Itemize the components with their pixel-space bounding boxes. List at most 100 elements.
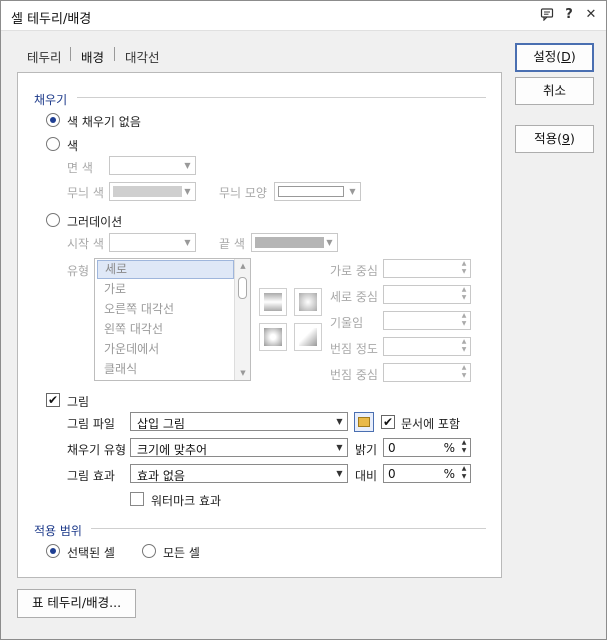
chevron-down-icon: ▼: [184, 238, 191, 247]
folder-icon: [358, 417, 370, 427]
all-cells-radio[interactable]: [142, 544, 156, 558]
blur-center-label: 번짐 중심: [330, 368, 378, 382]
list-scrollbar[interactable]: ▲ ▼: [234, 259, 250, 380]
gradient-preview-tile[interactable]: [259, 323, 287, 351]
pattern-shape-label: 무늬 모양: [219, 186, 267, 200]
face-color-label: 면 색: [67, 161, 93, 175]
brightness-spinner[interactable]: 0% ▲ ▼: [383, 438, 471, 457]
blur-label: 번짐 정도: [330, 342, 378, 356]
spin-arrows-icon[interactable]: ▲ ▼: [458, 312, 470, 329]
tab-border[interactable]: 테두리: [27, 47, 62, 66]
pattern-color-label: 무늬 색: [67, 186, 104, 200]
include-in-doc-checkbox[interactable]: ✔: [381, 415, 395, 429]
contrast-label: 대비: [355, 469, 378, 483]
pattern-shape-picker[interactable]: ▼: [274, 182, 361, 201]
all-cells-label: 모든 셀: [163, 546, 200, 560]
color-fill-radio[interactable]: [46, 137, 60, 151]
start-color-picker[interactable]: ▼: [109, 233, 196, 252]
h-center-spinner[interactable]: ▲ ▼: [383, 259, 471, 278]
chevron-down-icon: ▼: [349, 187, 356, 196]
face-color-picker[interactable]: ▼: [109, 156, 196, 175]
end-color-picker[interactable]: ▼: [251, 233, 338, 252]
spin-arrows-icon[interactable]: ▲ ▼: [458, 439, 470, 456]
fill-type-select[interactable]: 크기에 맞추어 ▼: [130, 438, 348, 457]
gradient-type-list[interactable]: 세로 가로 오른쪽 대각선 왼쪽 대각선 가운데에서 클래식 ▲ ▼: [94, 258, 251, 381]
selected-cells-label: 선택된 셀: [67, 546, 115, 560]
fill-type-value: 크기에 맞추어: [137, 443, 208, 457]
no-fill-radio[interactable]: [46, 113, 60, 127]
ok-button[interactable]: 설정(D): [515, 43, 594, 72]
chevron-down-icon: ▼: [184, 187, 191, 196]
start-color-label: 시작 색: [67, 237, 104, 251]
spin-arrows-icon[interactable]: ▲ ▼: [458, 286, 470, 303]
gradient-fill-label: 그러데이션: [67, 215, 123, 229]
contrast-spinner[interactable]: 0% ▲ ▼: [383, 464, 471, 483]
list-item[interactable]: 가운데에서: [97, 340, 233, 359]
list-item[interactable]: 왼쪽 대각선: [97, 320, 233, 339]
picture-effect-label: 그림 효과: [67, 469, 115, 483]
color-fill-label: 색: [67, 139, 79, 153]
gradient-fill-radio[interactable]: [46, 213, 60, 227]
gradient-preview-tile[interactable]: [294, 323, 322, 351]
cancel-button[interactable]: 취소: [515, 77, 594, 105]
picture-effect-value: 효과 없음: [137, 469, 185, 483]
brightness-label: 밝기: [355, 443, 378, 457]
list-item[interactable]: 클래식: [97, 360, 233, 379]
chevron-down-icon: ▼: [336, 417, 343, 426]
gradient-preview-tile[interactable]: [294, 288, 322, 316]
tab-diagonal[interactable]: 대각선: [125, 47, 160, 66]
blur-center-spinner[interactable]: ▲ ▼: [383, 363, 471, 382]
spin-arrows-icon[interactable]: ▲ ▼: [458, 338, 470, 355]
close-icon[interactable]: ✕: [583, 7, 599, 23]
tab-separator: [70, 47, 71, 61]
v-center-spinner[interactable]: ▲ ▼: [383, 285, 471, 304]
chevron-down-icon: ▼: [336, 469, 343, 478]
chevron-down-icon: ▼: [326, 238, 333, 247]
picture-file-label: 그림 파일: [67, 417, 115, 431]
gradient-preview-tile[interactable]: [259, 288, 287, 316]
pattern-color-picker[interactable]: ▼: [109, 182, 196, 201]
list-item[interactable]: 세로: [97, 260, 234, 279]
list-item[interactable]: 오른쪽 대각선: [97, 300, 233, 319]
scroll-up-icon[interactable]: ▲: [235, 259, 251, 273]
contrast-value: 0: [388, 467, 396, 481]
dialog-title: 셀 테두리/배경: [11, 12, 92, 27]
picture-file-select[interactable]: 삽입 그림 ▼: [130, 412, 348, 431]
title-bar: 셀 테두리/배경 ? ✕: [1, 1, 606, 31]
selected-cells-radio[interactable]: [46, 544, 60, 558]
fill-type-label: 채우기 유형: [67, 443, 127, 457]
color-swatch: [255, 237, 324, 248]
spin-arrows-icon[interactable]: ▲ ▼: [458, 260, 470, 277]
pattern-swatch: [278, 186, 344, 197]
picture-checkbox[interactable]: ✔: [46, 393, 60, 407]
open-image-button[interactable]: [354, 412, 374, 432]
scope-section-title: 적용 범위: [34, 524, 82, 538]
percent-unit: %: [443, 467, 455, 481]
watermark-checkbox[interactable]: [130, 492, 144, 506]
percent-unit: %: [443, 441, 455, 455]
scroll-thumb[interactable]: [238, 277, 247, 299]
scroll-down-icon[interactable]: ▼: [235, 366, 251, 380]
apply-button[interactable]: 적용(9): [515, 125, 594, 153]
blur-spinner[interactable]: ▲ ▼: [383, 337, 471, 356]
help-icon[interactable]: ?: [561, 7, 577, 23]
picture-effect-select[interactable]: 효과 없음 ▼: [130, 464, 348, 483]
spin-arrows-icon[interactable]: ▲ ▼: [458, 364, 470, 381]
section-divider: [77, 97, 486, 98]
cell-border-background-dialog: 셀 테두리/배경 ? ✕ 테두리 배경 대각선 설정(D) 취소 적용(9) 채…: [0, 0, 607, 640]
brightness-value: 0: [388, 441, 396, 455]
include-in-doc-label: 문서에 포함: [401, 417, 461, 431]
comment-icon[interactable]: [539, 7, 555, 23]
v-center-label: 세로 중심: [330, 290, 378, 304]
no-fill-label: 색 채우기 없음: [67, 115, 141, 129]
tab-background[interactable]: 배경: [81, 47, 104, 66]
section-divider: [91, 528, 486, 529]
fill-section-title: 채우기: [34, 93, 68, 107]
gradient-type-label: 유형: [67, 264, 90, 278]
list-item[interactable]: 가로: [97, 280, 233, 299]
end-color-label: 끝 색: [219, 237, 245, 251]
tilt-spinner[interactable]: ▲ ▼: [383, 311, 471, 330]
spin-arrows-icon[interactable]: ▲ ▼: [458, 465, 470, 482]
table-border-background-button[interactable]: 표 테두리/배경...: [17, 589, 136, 618]
picture-label: 그림: [67, 395, 90, 409]
